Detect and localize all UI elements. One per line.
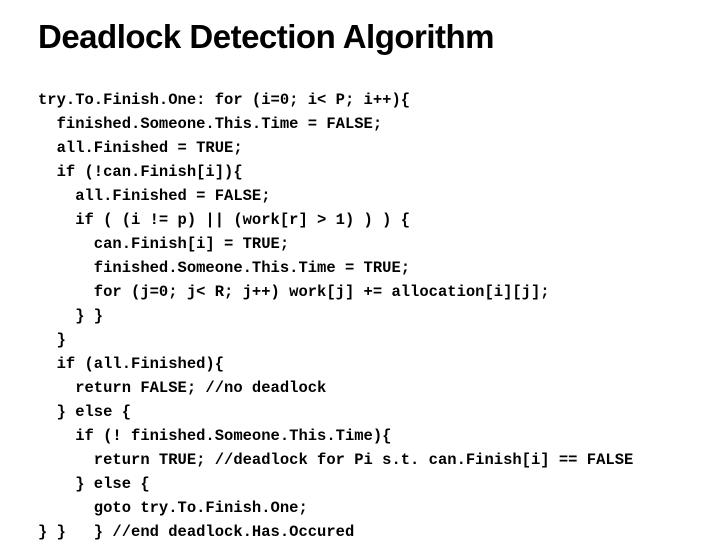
slide: Deadlock Detection Algorithm try.To.Fini… [0, 0, 720, 540]
code-line: can.Finish[i] = TRUE; [38, 235, 289, 253]
code-line: finished.Someone.This.Time = TRUE; [38, 259, 410, 277]
code-line: all.Finished = TRUE; [38, 139, 243, 157]
code-block: try.To.Finish.One: for (i=0; i< P; i++){… [38, 64, 692, 540]
code-line: finished.Someone.This.Time = FALSE; [38, 115, 382, 133]
code-line: } } } //end deadlock.Has.Occured [38, 523, 354, 540]
code-line: if (!can.Finish[i]){ [38, 163, 243, 181]
code-line: } else { [38, 475, 150, 493]
code-line: if (all.Finished){ [38, 355, 224, 373]
code-line: goto try.To.Finish.One; [38, 499, 308, 517]
code-line: return TRUE; //deadlock for Pi s.t. can.… [38, 451, 633, 469]
code-line: } } [38, 307, 103, 325]
code-line: try.To.Finish.One: for (i=0; i< P; i++){ [38, 91, 410, 109]
code-line: return FALSE; //no deadlock [38, 379, 326, 397]
code-line: } [38, 331, 66, 349]
code-line: } else { [38, 403, 131, 421]
code-line: for (j=0; j< R; j++) work[j] += allocati… [38, 283, 550, 301]
code-line: if ( (i != p) || (work[r] > 1) ) ) { [38, 211, 410, 229]
code-line: all.Finished = FALSE; [38, 187, 271, 205]
code-line: if (! finished.Someone.This.Time){ [38, 427, 391, 445]
slide-title: Deadlock Detection Algorithm [38, 18, 692, 56]
